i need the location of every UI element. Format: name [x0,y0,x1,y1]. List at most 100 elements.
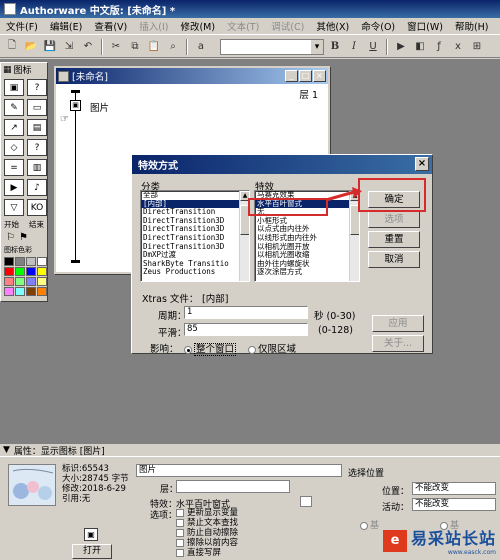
category-list-item[interactable]: Zeus Productions [141,268,249,277]
icon-color-swatch[interactable] [37,257,47,266]
sound-icon[interactable]: ♪ [27,179,47,196]
menu-view[interactable]: 查看(V) [88,19,133,33]
italic-button[interactable]: I [346,39,362,55]
icon-color-swatch[interactable] [26,287,36,296]
apply-button[interactable]: 应用 [372,315,424,332]
icon-color-swatch[interactable] [26,267,36,276]
menu-help[interactable]: 帮助(H) [449,19,495,33]
about-button[interactable]: 关于... [372,335,424,352]
collapse-arrow-icon[interactable]: ▼ [3,445,10,455]
effect-browse-button[interactable] [300,496,312,507]
menu-edit[interactable]: 编辑(E) [44,19,88,33]
digital-movie-icon[interactable]: ▶ [4,179,24,196]
menu-window[interactable]: 窗口(W) [401,19,449,33]
interaction-icon[interactable]: ? [27,139,47,156]
close-button[interactable]: × [313,70,326,82]
menu-insert[interactable]: 插入(I) [133,19,174,33]
menu-modify[interactable]: 修改(M) [174,19,221,33]
framework-icon[interactable]: ▤ [27,119,47,136]
erase-icon[interactable]: ✎ [4,99,24,116]
reset-button[interactable]: 重置 [368,231,420,248]
copy-icon[interactable]: ⧉ [127,39,143,55]
run-icon[interactable]: ▶ [393,39,409,55]
affect-whole-window-radio[interactable]: 整个窗口 [184,341,237,356]
underline-button[interactable]: U [365,39,381,55]
option-disable-text-search[interactable]: 禁止文本查找 [176,518,238,528]
motion-icon[interactable]: ? [27,79,47,96]
function-icon[interactable]: ƒ [431,39,447,55]
icon-color-swatch[interactable] [4,277,14,286]
icon-color-swatch[interactable] [37,287,47,296]
menu-file[interactable]: 文件(F) [0,19,44,33]
smooth-input[interactable]: 85 [184,323,308,336]
cut-icon[interactable]: ✂ [108,39,124,55]
icon-name-field[interactable]: 图片 [136,464,342,477]
properties-title: 属性：显示图标 [图片] [13,446,105,457]
properties-panel: ▼ 属性：显示图标 [图片] 标识:65543 大小:28745 字节 修改:2… [0,443,500,560]
text-style-combo[interactable] [220,38,324,55]
category-list[interactable]: 全部 [内部] DirectTransition DirectTransition3D… [140,190,250,282]
icon-color-swatch[interactable] [37,267,47,276]
icon-color-swatch[interactable] [4,267,14,276]
affect-area-only-radio[interactable]: 仅限区域 [248,341,296,355]
menu-other[interactable]: 其他(X) [310,19,355,33]
icon-color-swatch[interactable] [15,277,25,286]
map-icon[interactable]: ▥ [27,159,47,176]
option-update-display-vars[interactable]: 更新显示变量 [176,508,238,518]
icon-color-swatch[interactable] [15,257,25,266]
open-file-icon[interactable]: 📂 [23,39,39,55]
open-button[interactable]: 打开 [72,544,112,559]
menu-debug[interactable]: 调试(C) [265,19,310,33]
icon-color-swatch[interactable] [26,277,36,286]
navigate-icon[interactable]: ↗ [4,119,24,136]
icon-color-swatch[interactable] [26,257,36,266]
paste-icon[interactable]: 📋 [146,39,162,55]
knowledge-object-icon[interactable]: ⊞ [469,39,485,55]
minimize-button[interactable]: _ [285,70,298,82]
knowledge-object-icon[interactable]: KO [27,199,47,216]
new-file-icon[interactable]: 🗋 [4,39,20,55]
display-icon[interactable]: ▣ [4,79,24,96]
display-icon[interactable]: ▣ [70,100,81,111]
variable-icon[interactable]: x [450,39,466,55]
start-flag-icon[interactable]: ⚐ [6,232,15,243]
active-select[interactable]: 不能改变 [412,498,496,511]
dialog-title: 特效方式 [138,161,178,172]
options-button[interactable]: 选项 [368,211,420,228]
option-direct-to-screen[interactable]: 直接写屏 [176,548,238,558]
icon-references: 引用:无 [62,494,91,504]
flow-node-label[interactable]: 图片 [90,100,109,114]
video-icon[interactable]: ▽ [4,199,24,216]
dialog-title-bar: 特效方式 × [132,155,432,174]
dialog-close-button[interactable]: × [415,157,429,171]
import-icon[interactable]: ⇲ [61,39,77,55]
icon-color-swatch[interactable] [4,287,14,296]
calculation-icon[interactable]: = [4,159,24,176]
effect-list-item[interactable]: 逐次涂层方式 [255,268,359,277]
find-icon[interactable]: ⌕ [165,39,181,55]
icon-color-swatch[interactable] [4,257,14,266]
period-input[interactable]: 1 [184,306,308,319]
end-flag-icon[interactable]: ⚑ [19,232,28,243]
cancel-button[interactable]: 取消 [368,251,420,268]
position-select[interactable]: 不能改变 [412,482,496,495]
menu-command[interactable]: 命令(O) [355,19,401,33]
bold-button[interactable]: B [327,39,343,55]
wait-icon[interactable]: ▭ [27,99,47,116]
save-icon[interactable]: 💾 [42,39,58,55]
text-style-icon[interactable]: a [193,39,209,55]
icon-color-swatch[interactable] [15,267,25,276]
palette-title: 图标 [13,66,32,76]
base-radio-1[interactable]: 基 [360,518,379,531]
icon-color-swatch[interactable] [15,287,25,296]
icon-color-swatch[interactable] [37,277,47,286]
undo-icon[interactable]: ↶ [80,39,96,55]
layer-input[interactable] [176,480,290,493]
option-prevent-auto-erase[interactable]: 防止自动擦除 [176,528,238,538]
red-arrow-icon [325,187,362,202]
option-erase-previous[interactable]: 擦除以前内容 [176,538,238,548]
menu-text[interactable]: 文本(T) [221,19,265,33]
control-panel-icon[interactable]: ◧ [412,39,428,55]
decision-icon[interactable]: ◇ [4,139,24,156]
maximize-button[interactable]: □ [299,70,312,82]
